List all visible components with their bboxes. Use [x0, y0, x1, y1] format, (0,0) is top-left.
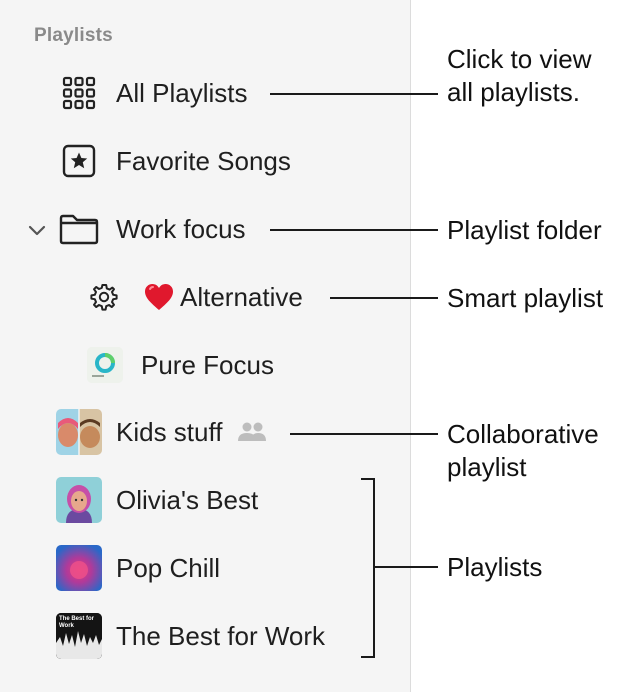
sidebar-item-label: Work focus	[116, 213, 246, 244]
playlists-bracket	[361, 478, 375, 658]
sidebar-item-label: The Best for Work	[116, 620, 326, 651]
sidebar-item-favorite-songs[interactable]: Favorite Songs	[60, 139, 291, 183]
sidebar-item-best-for-work[interactable]: The Best for Work The Best for Work	[56, 613, 326, 659]
olivias-best-artwork	[56, 477, 102, 523]
callout-all-playlists: Click to view all playlists.	[447, 43, 591, 109]
callout-smart-playlist: Smart playlist	[447, 283, 604, 313]
callout-line-playlists	[375, 566, 438, 568]
section-title: Playlists	[34, 25, 113, 46]
sidebar-item-alternative[interactable]: Alternative	[88, 275, 303, 319]
sidebar-item-label: Olivia's Best	[116, 484, 259, 515]
callout-line-folder	[270, 229, 438, 231]
sidebar-item-pure-focus[interactable]: Pure Focus	[87, 343, 274, 387]
sidebar-item-all-playlists[interactable]: All Playlists	[60, 71, 247, 115]
sidebar-item-label: Favorite Songs	[116, 145, 291, 176]
callout-collaborative-line2: playlist	[447, 452, 527, 482]
collaborative-people-icon	[236, 421, 268, 443]
heart-icon	[142, 282, 176, 312]
callout-line-all-playlists	[270, 93, 438, 95]
callout-line-collaborative	[290, 433, 438, 435]
grid-icon	[60, 76, 98, 110]
callout-collaborative-line1: Collaborative	[447, 419, 599, 449]
sidebar-item-pop-chill[interactable]: Pop Chill	[56, 545, 221, 591]
callout-all-playlists-line1: Click to view	[447, 44, 592, 74]
sidebar-item-label: Alternative	[180, 281, 303, 312]
sidebar-item-label: All Playlists	[116, 77, 248, 108]
kids-stuff-artwork	[56, 409, 102, 455]
sidebar-item-label: Pure Focus	[141, 349, 274, 380]
sidebar-item-label: Kids stuff	[116, 416, 223, 447]
callout-playlists: Playlists	[447, 552, 543, 582]
artwork-title-text: The Best for Work	[59, 616, 95, 629]
callout-playlist-folder: Playlist folder	[447, 215, 602, 245]
callout-collaborative: Collaborative playlist	[447, 418, 599, 484]
pure-focus-artwork	[87, 347, 123, 383]
pop-chill-artwork	[56, 545, 102, 591]
star-square-icon	[60, 144, 98, 178]
folder-icon	[58, 212, 100, 246]
sidebar-item-kids-stuff[interactable]: Kids stuff	[56, 409, 268, 455]
playlists-sidebar: Playlists All Playlists Favorite Songs W…	[0, 0, 411, 692]
sidebar-item-olivias-best[interactable]: Olivia's Best	[56, 477, 259, 523]
callout-line-smart	[330, 297, 438, 299]
callout-all-playlists-line2: all playlists.	[447, 77, 580, 107]
chevron-down-icon[interactable]	[27, 220, 47, 240]
sidebar-item-work-focus[interactable]: Work focus	[58, 207, 246, 251]
gear-icon	[88, 282, 120, 312]
sidebar-item-label: Pop Chill	[116, 552, 221, 583]
best-for-work-artwork: The Best for Work	[56, 613, 102, 659]
